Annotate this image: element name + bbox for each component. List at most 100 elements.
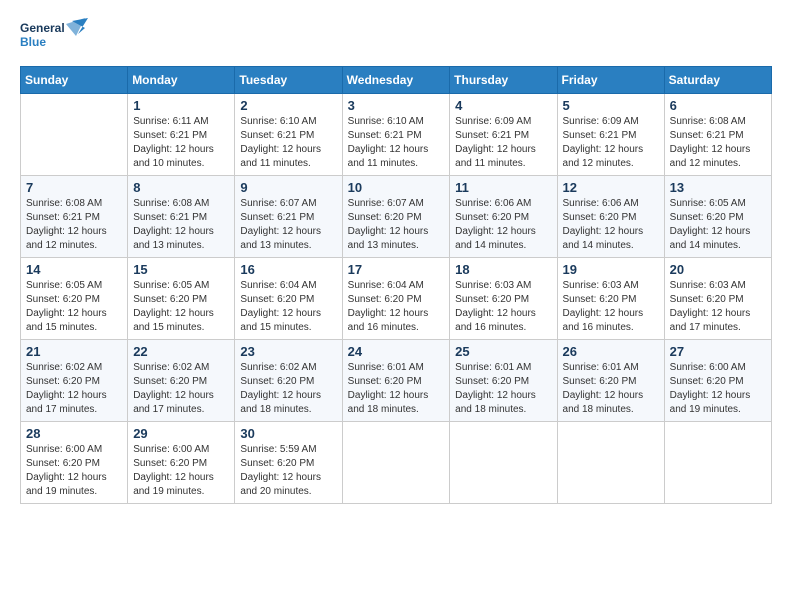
calendar-cell: 5Sunrise: 6:09 AM Sunset: 6:21 PM Daylig… [557,94,664,176]
day-of-week-header: Sunday [21,67,128,94]
day-info: Sunrise: 6:01 AM Sunset: 6:20 PM Dayligh… [348,361,445,417]
day-number: 16 [240,262,336,277]
day-info: Sunrise: 6:02 AM Sunset: 6:20 PM Dayligh… [133,361,229,417]
day-number: 28 [26,426,122,441]
day-info: Sunrise: 6:05 AM Sunset: 6:20 PM Dayligh… [133,279,229,335]
calendar-cell: 26Sunrise: 6:01 AM Sunset: 6:20 PM Dayli… [557,340,664,422]
day-number: 15 [133,262,229,277]
day-of-week-header: Friday [557,67,664,94]
day-info: Sunrise: 6:05 AM Sunset: 6:20 PM Dayligh… [26,279,122,335]
day-info: Sunrise: 5:59 AM Sunset: 6:20 PM Dayligh… [240,443,336,499]
calendar-week-row: 7 Sunrise: 6:08 AM Sunset: 6:21 PM Daylig… [21,176,772,258]
day-of-week-header: Tuesday [235,67,342,94]
day-info: Sunrise: 6:03 AM Sunset: 6:20 PM Dayligh… [563,279,659,335]
day-number: 17 [348,262,445,277]
calendar-week-row: 14 Sunrise: 6:05 AM Sunset: 6:20 PM Dayli… [21,258,772,340]
calendar-cell: 24 Sunrise: 6:01 AM Sunset: 6:20 PM Dayli… [342,340,450,422]
day-of-week-header: Thursday [450,67,557,94]
calendar-cell: 12Sunrise: 6:06 AM Sunset: 6:20 PM Dayli… [557,176,664,258]
day-info: Sunrise: 6:08 AM Sunset: 6:21 PM Dayligh… [670,115,766,171]
calendar-cell: 29 Sunrise: 6:00 AM Sunset: 6:20 PM Dayli… [128,422,235,504]
day-number: 18 [455,262,551,277]
day-info: Sunrise: 6:09 AM Sunset: 6:21 PM Dayligh… [563,115,659,171]
calendar-cell: 8 Sunrise: 6:08 AM Sunset: 6:21 PM Daylig… [128,176,235,258]
day-info: Sunrise: 6:02 AM Sunset: 6:20 PM Dayligh… [240,361,336,417]
day-of-week-header: Saturday [664,67,771,94]
day-number: 6 [670,98,766,113]
day-number: 30 [240,426,336,441]
calendar-cell: 17 Sunrise: 6:04 AM Sunset: 6:20 PM Dayli… [342,258,450,340]
calendar-cell: 22 Sunrise: 6:02 AM Sunset: 6:20 PM Dayli… [128,340,235,422]
calendar-cell: 11Sunrise: 6:06 AM Sunset: 6:20 PM Dayli… [450,176,557,258]
day-info: Sunrise: 6:00 AM Sunset: 6:20 PM Dayligh… [670,361,766,417]
logo: GeneralBlue [20,16,90,56]
day-number: 11 [455,180,551,195]
day-info: Sunrise: 6:08 AM Sunset: 6:21 PM Dayligh… [26,197,122,253]
day-info: Sunrise: 6:07 AM Sunset: 6:21 PM Dayligh… [240,197,336,253]
calendar-cell: 14 Sunrise: 6:05 AM Sunset: 6:20 PM Dayli… [21,258,128,340]
calendar-cell: 19 Sunrise: 6:03 AM Sunset: 6:20 PM Dayli… [557,258,664,340]
calendar-cell: 20 Sunrise: 6:03 AM Sunset: 6:20 PM Dayli… [664,258,771,340]
day-number: 10 [348,180,445,195]
calendar-table: SundayMondayTuesdayWednesdayThursdayFrid… [20,66,772,504]
day-info: Sunrise: 6:00 AM Sunset: 6:20 PM Dayligh… [133,443,229,499]
calendar-cell: 27 Sunrise: 6:00 AM Sunset: 6:20 PM Dayli… [664,340,771,422]
day-info: Sunrise: 6:03 AM Sunset: 6:20 PM Dayligh… [670,279,766,335]
calendar-cell: 2 Sunrise: 6:10 AM Sunset: 6:21 PM Daylig… [235,94,342,176]
calendar-cell [450,422,557,504]
calendar-cell [557,422,664,504]
day-number: 2 [240,98,336,113]
calendar-header-row: SundayMondayTuesdayWednesdayThursdayFrid… [21,67,772,94]
calendar-cell [342,422,450,504]
calendar-cell: 6 Sunrise: 6:08 AM Sunset: 6:21 PM Daylig… [664,94,771,176]
calendar-cell: 10 Sunrise: 6:07 AM Sunset: 6:20 PM Dayli… [342,176,450,258]
day-info: Sunrise: 6:01 AM Sunset: 6:20 PM Dayligh… [455,361,551,417]
calendar-cell: 7 Sunrise: 6:08 AM Sunset: 6:21 PM Daylig… [21,176,128,258]
calendar-cell: 3 Sunrise: 6:10 AM Sunset: 6:21 PM Daylig… [342,94,450,176]
day-number: 3 [348,98,445,113]
day-number: 7 [26,180,122,195]
day-info: Sunrise: 6:09 AM Sunset: 6:21 PM Dayligh… [455,115,551,171]
calendar-cell: 13Sunrise: 6:05 AM Sunset: 6:20 PM Dayli… [664,176,771,258]
day-number: 27 [670,344,766,359]
day-number: 22 [133,344,229,359]
calendar-cell: 25Sunrise: 6:01 AM Sunset: 6:20 PM Dayli… [450,340,557,422]
day-number: 23 [240,344,336,359]
calendar-cell: 28 Sunrise: 6:00 AM Sunset: 6:20 PM Dayli… [21,422,128,504]
calendar-cell: 18 Sunrise: 6:03 AM Sunset: 6:20 PM Dayli… [450,258,557,340]
calendar-week-row: 21Sunrise: 6:02 AM Sunset: 6:20 PM Dayli… [21,340,772,422]
calendar-cell: 9 Sunrise: 6:07 AM Sunset: 6:21 PM Daylig… [235,176,342,258]
day-number: 20 [670,262,766,277]
day-info: Sunrise: 6:03 AM Sunset: 6:20 PM Dayligh… [455,279,551,335]
day-info: Sunrise: 6:10 AM Sunset: 6:21 PM Dayligh… [240,115,336,171]
logo-icon: GeneralBlue [20,16,90,56]
calendar-cell: 16 Sunrise: 6:04 AM Sunset: 6:20 PM Dayli… [235,258,342,340]
day-number: 9 [240,180,336,195]
day-number: 8 [133,180,229,195]
day-of-week-header: Monday [128,67,235,94]
day-info: Sunrise: 6:10 AM Sunset: 6:21 PM Dayligh… [348,115,445,171]
day-info: Sunrise: 6:04 AM Sunset: 6:20 PM Dayligh… [348,279,445,335]
day-number: 12 [563,180,659,195]
day-number: 19 [563,262,659,277]
page-header: GeneralBlue [20,16,772,56]
calendar-week-row: 1 Sunrise: 6:11 AM Sunset: 6:21 PM Daylig… [21,94,772,176]
day-info: Sunrise: 6:07 AM Sunset: 6:20 PM Dayligh… [348,197,445,253]
svg-text:Blue: Blue [20,35,46,49]
day-info: Sunrise: 6:01 AM Sunset: 6:20 PM Dayligh… [563,361,659,417]
calendar-cell: 23 Sunrise: 6:02 AM Sunset: 6:20 PM Dayli… [235,340,342,422]
calendar-cell [21,94,128,176]
day-number: 29 [133,426,229,441]
day-info: Sunrise: 6:11 AM Sunset: 6:21 PM Dayligh… [133,115,229,171]
calendar-week-row: 28 Sunrise: 6:00 AM Sunset: 6:20 PM Dayli… [21,422,772,504]
calendar-cell: 15 Sunrise: 6:05 AM Sunset: 6:20 PM Dayli… [128,258,235,340]
day-number: 1 [133,98,229,113]
day-number: 4 [455,98,551,113]
day-info: Sunrise: 6:04 AM Sunset: 6:20 PM Dayligh… [240,279,336,335]
day-info: Sunrise: 6:08 AM Sunset: 6:21 PM Dayligh… [133,197,229,253]
day-info: Sunrise: 6:00 AM Sunset: 6:20 PM Dayligh… [26,443,122,499]
day-number: 14 [26,262,122,277]
calendar-cell: 21Sunrise: 6:02 AM Sunset: 6:20 PM Dayli… [21,340,128,422]
day-number: 24 [348,344,445,359]
calendar-cell [664,422,771,504]
